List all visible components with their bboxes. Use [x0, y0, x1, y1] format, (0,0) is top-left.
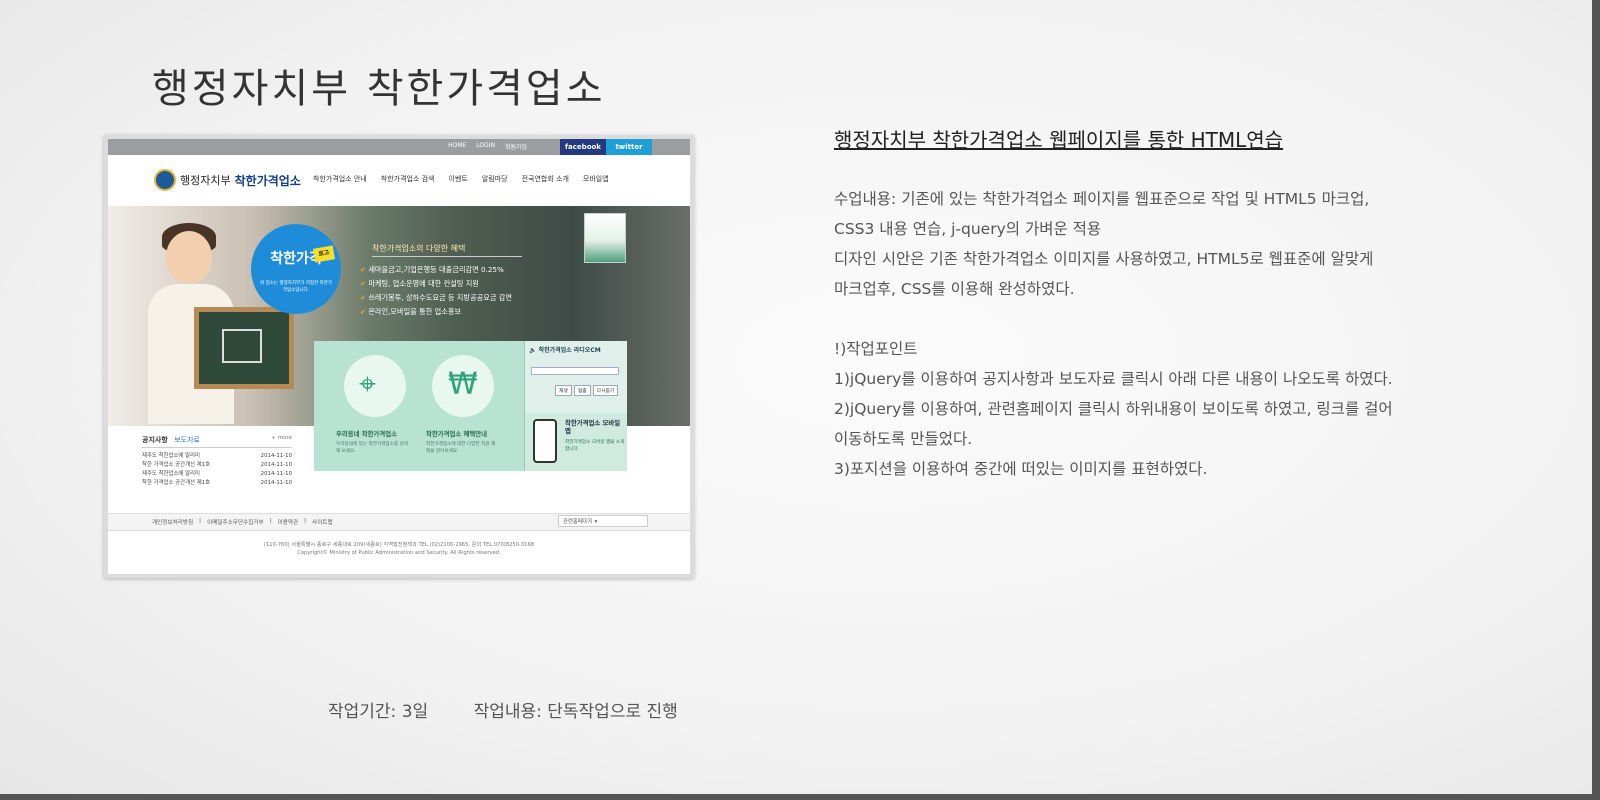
terms-link[interactable]: 이용약관 — [278, 518, 299, 526]
badge-subtitle: 위 업소는 행정자치부가 지정한 착한가격업소입니다. — [260, 281, 332, 293]
radio-title-text: 착한가격업소 라디오CM — [538, 347, 601, 354]
work-info: 작업기간: 3일 작업내용: 단독작업으로 진행 — [328, 697, 678, 722]
notice-date: 2014-11-10 — [260, 453, 292, 459]
nav-item-federation[interactable]: 전국연합회 소개 — [522, 174, 569, 184]
play-button[interactable]: 재생 — [555, 385, 572, 396]
tile-label-local[interactable]: 우리동네 착한가격업소 — [336, 429, 397, 438]
notice-title: 착한 가격업소 공간개선 제1호 — [142, 480, 211, 486]
benefit-item: 새마을금고,기업은행등 대출금리감면 0.25% — [360, 263, 512, 277]
radio-title: 🔈 착한가격업소 라디오CM — [529, 347, 601, 354]
nav-item-event[interactable]: 이벤트 — [449, 174, 468, 184]
website-screenshot: HOME LOGIN 회원가입 facebook twitter 행정자치부 착… — [104, 135, 694, 578]
description-title: 행정자치부 착한가격업소 웹페이지를 통한 HTML연습 — [834, 128, 1284, 152]
tab-notice[interactable]: 공지사항 — [142, 436, 168, 444]
footer-links-bar: 개인정보처리방침 | 이메일주소무단수집거부 | 이용약관 | 사이트맵 관련홈… — [108, 513, 690, 531]
nav-item-notice[interactable]: 알림마당 — [482, 174, 508, 184]
shop-drawing-icon — [222, 329, 262, 363]
email-refusal-link[interactable]: 이메일주소무단수집거부 — [207, 518, 264, 526]
sitemap-link[interactable]: 사이트맵 — [312, 518, 333, 526]
site-logo[interactable]: 행정자치부 착한가격업소 — [154, 169, 301, 191]
benefits-title: 착한가격업소의 다양한 혜택 — [372, 243, 522, 257]
link-separator: | — [199, 518, 202, 524]
work-content: 작업내용: 단독작업으로 진행 — [473, 702, 678, 722]
good-price-badge: 착한가격 위 업소는 행정자치부가 지정한 착한가격업소입니다. — [251, 224, 341, 314]
description-body: 수업내용: 기존에 있는 착한가격업소 페이지를 웹표준으로 작업 및 HTML… — [834, 184, 1594, 484]
link-separator: | — [269, 518, 272, 524]
description-line: 1)jQuery를 이용하여 공지사항과 보도자료 클릭시 아래 다른 내용이 … — [834, 370, 1393, 388]
home-link[interactable]: HOME — [448, 142, 466, 151]
list-item[interactable]: 제주도 착한업소에 알리미 2014-11-10 — [142, 470, 292, 479]
twitter-button[interactable]: twitter — [606, 139, 652, 155]
notice-date: 2014-11-10 — [260, 462, 292, 468]
tile-desc-local: 우리동네에 있는 착한가격업소를 검색해 보세요. — [336, 442, 409, 454]
related-sites-select[interactable]: 관련홈페이지 ▾ — [558, 515, 648, 527]
radio-controls: 재생 멈춤 다시듣기 — [555, 385, 619, 396]
radio-progress-bar[interactable] — [531, 367, 619, 375]
map-pin-icon: ⌖ — [359, 367, 376, 402]
radio-cm-panel: 🔈 착한가격업소 라디오CM 재생 멈춤 다시듣기 — [524, 341, 627, 413]
description-line: 이동하도록 만들었다. — [834, 430, 973, 448]
link-separator: | — [304, 518, 307, 524]
description-line: 마크업후, CSS를 이용해 완성하였다. — [834, 280, 1075, 298]
tile-desc-benefit: 착한가격업소에 대한 다양한 지원 혜택을 알아보세요. — [426, 442, 496, 454]
nav-item-guide[interactable]: 착한가격업소 안내 — [313, 174, 367, 184]
description-line: 수업내용: 기존에 있는 착한가격업소 페이지를 웹표준으로 작업 및 HTML… — [834, 190, 1370, 208]
boy-head — [166, 231, 212, 283]
description-line — [834, 304, 1594, 334]
page-title: 행정자치부 착한가격업소 — [152, 66, 606, 112]
utility-bar: HOME LOGIN 회원가입 facebook twitter — [108, 139, 690, 155]
notice-date: 2014-11-10 — [260, 471, 292, 477]
copyright: (110-760) 서울특별시 종로구 세종대로 209(세종로) 지역발전정책… — [108, 541, 690, 557]
stop-button[interactable]: 멈춤 — [573, 385, 591, 396]
benefit-item: 쓰레기봉투, 상하수도요금 등 지방공공요금 감면 — [360, 291, 512, 305]
notice-tabs: 공지사항 보도자료 + more — [142, 435, 292, 448]
copyright-address: (110-760) 서울특별시 종로구 세종대로 209(세종로) 지역발전정책… — [263, 542, 535, 548]
facebook-button[interactable]: facebook — [560, 139, 606, 155]
list-item[interactable]: 착한 가격업소 공간개선 제1호 2014-11-10 — [142, 479, 292, 488]
list-item[interactable]: 착한 가격업소 공간개선 제1호 2014-11-10 — [142, 461, 292, 470]
notice-title: 제주도 착한업소에 알리미 — [142, 471, 200, 477]
promo-thumbnail[interactable] — [584, 213, 626, 263]
notice-list: 제주도 착한업소에 알리미 2014-11-10 착한 가격업소 공간개선 제1호… — [142, 452, 292, 488]
government-emblem-icon — [154, 169, 176, 191]
benefit-item: 온라인,모바일을 통한 업소홍보 — [360, 305, 512, 319]
notice-board: 공지사항 보도자료 + more 제주도 착한업소에 알리미 2014-11-10… — [142, 435, 292, 488]
list-item[interactable]: 제주도 착한업소에 알리미 2014-11-10 — [142, 452, 292, 461]
logo-brand: 착한가격업소 — [234, 173, 301, 188]
join-link[interactable]: 회원가입 — [505, 142, 527, 151]
tile-label-benefit[interactable]: 착한가격업소 혜택안내 — [426, 429, 487, 438]
work-period: 작업기간: 3일 — [328, 702, 429, 722]
more-link[interactable]: + more — [271, 435, 292, 441]
login-link[interactable]: LOGIN — [476, 142, 495, 151]
main-nav: 착한가격업소 안내 착한가격업소 검색 이벤트 알림마당 전국연합회 소개 모바… — [313, 174, 609, 184]
privacy-link[interactable]: 개인정보처리방침 — [152, 518, 193, 526]
benefit-item: 마케팅, 업소운영에 대한 컨설팅 지원 — [360, 277, 512, 291]
copyright-notice: Copyright© Ministry of Public Administra… — [297, 550, 501, 556]
nav-item-search[interactable]: 착한가격업소 검색 — [381, 174, 435, 184]
description-line: 2)jQuery를 이용하여, 관련홈페이지 클릭시 하위내용이 보이도록 하였… — [834, 400, 1393, 418]
work-point-heading: !)작업포인트 — [834, 340, 918, 358]
description-line: 3)포지션을 이용하여 중간에 떠있는 이미지를 표현하였다. — [834, 460, 1208, 478]
phone-icon — [533, 419, 557, 463]
nav-item-mobile-app[interactable]: 모바일앱 — [583, 174, 609, 184]
mobile-desc: 착한가격업소 모바일 앱을 소개합니다. — [565, 440, 625, 452]
mobile-title: 착한가격업소 모바일앱 — [565, 419, 621, 435]
mobile-app-panel[interactable]: 착한가격업소 모바일앱 착한가격업소 모바일 앱을 소개합니다. — [524, 413, 627, 471]
replay-button[interactable]: 다시듣기 — [592, 385, 619, 396]
notice-date: 2014-11-10 — [260, 480, 292, 486]
logo-ministry: 행정자치부 — [180, 174, 231, 187]
description-line: CSS3 내용 연습, j-query의 가벼운 적용 — [834, 220, 1102, 238]
notice-title: 제주도 착한업소에 알리미 — [142, 453, 200, 459]
notice-title: 착한 가격업소 공간개선 제1호 — [142, 462, 211, 468]
footer-links: 개인정보처리방침 | 이메일주소무단수집거부 | 이용약관 | 사이트맵 — [152, 518, 333, 526]
utility-links: HOME LOGIN 회원가입 — [448, 142, 527, 151]
tab-press[interactable]: 보도자료 — [174, 436, 200, 444]
store-won-icon: ₩ — [448, 367, 478, 402]
description-line: 디자인 시안은 기존 착한가격업소 이미지를 사용하였고, HTML5로 웹표준… — [834, 250, 1374, 268]
benefits-list: 새마을금고,기업은행등 대출금리감면 0.25% 마케팅, 업소운영에 대한 컨… — [360, 263, 512, 319]
